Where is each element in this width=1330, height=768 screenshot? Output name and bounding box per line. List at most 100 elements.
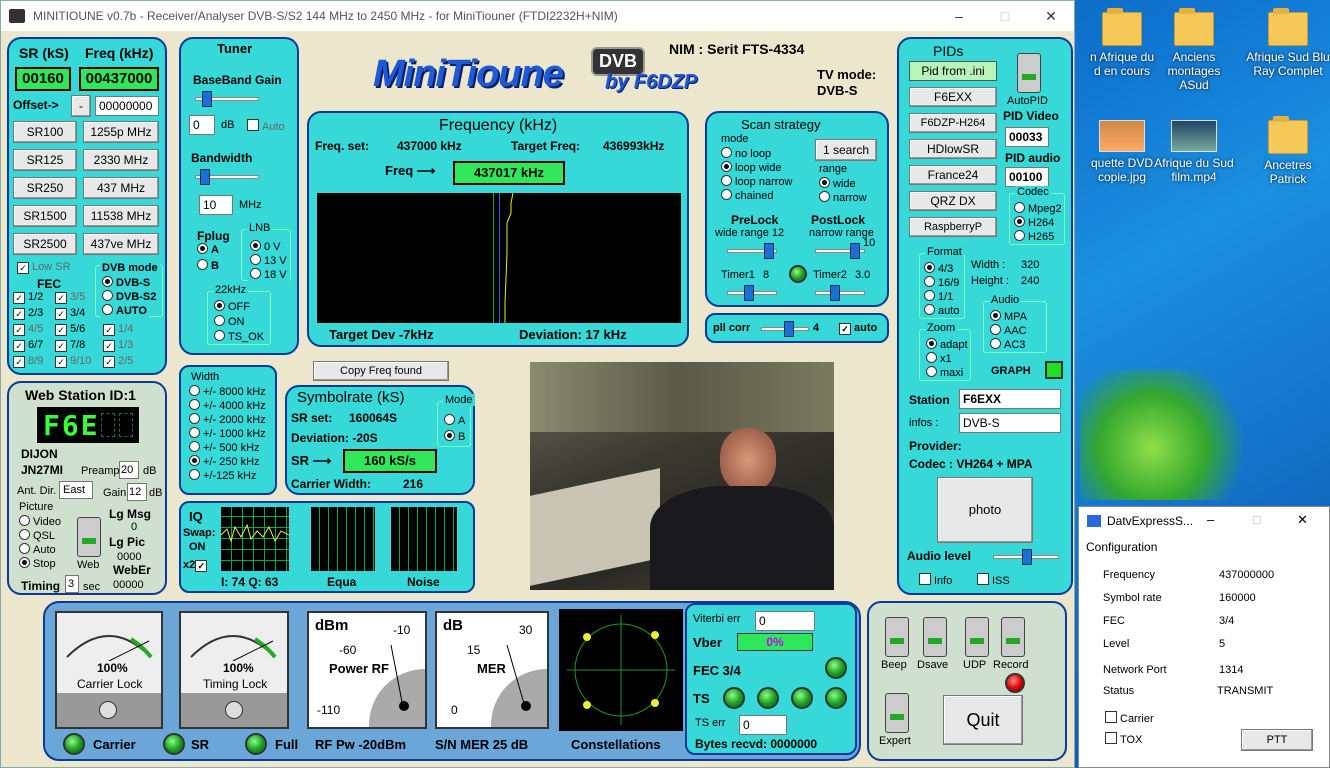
- codec-radio[interactable]: H265: [1012, 230, 1057, 243]
- fec-checkbox[interactable]: 5/6: [55, 323, 85, 336]
- fec-checkbox[interactable]: 9/10: [55, 355, 91, 368]
- iss-checkbox[interactable]: ISS: [977, 573, 1010, 587]
- bandwidth-input[interactable]: 10: [199, 195, 233, 215]
- fec-checkbox[interactable]: 1/3: [103, 339, 133, 352]
- expert-toggle[interactable]: [885, 693, 909, 733]
- desktop-icon-video[interactable]: Afrique du Sud film.mp4: [1152, 120, 1236, 184]
- width-radio[interactable]: +/- 250 kHz: [189, 455, 260, 468]
- graph-button[interactable]: [1045, 361, 1063, 379]
- 22khz-radio[interactable]: TS_OK: [212, 330, 267, 343]
- fec-checkbox[interactable]: 3/4: [55, 307, 85, 320]
- range-radio[interactable]: narrow: [819, 191, 867, 204]
- sr-preset-button[interactable]: SR250: [13, 177, 77, 199]
- fec-checkbox[interactable]: 3/5: [55, 291, 85, 304]
- iq-x2-checkbox[interactable]: x2: [183, 559, 210, 572]
- record-toggle[interactable]: [1001, 617, 1025, 657]
- desktop-icon-folder[interactable]: Anciens montages ASud: [1152, 8, 1236, 92]
- width-radio[interactable]: +/-125 kHz: [189, 469, 257, 482]
- station-input[interactable]: F6EXX: [959, 389, 1061, 409]
- zoom-radio[interactable]: x1: [924, 352, 954, 365]
- timing-input[interactable]: 3: [65, 575, 79, 593]
- sr-preset-button[interactable]: SR125: [13, 149, 77, 171]
- lnb-radio[interactable]: 18 V: [248, 268, 289, 281]
- sr-display[interactable]: 00160: [15, 67, 71, 91]
- slider-knob[interactable]: [764, 243, 774, 259]
- fec-checkbox[interactable]: 6/7: [13, 339, 43, 352]
- freq-preset-button[interactable]: 2330 MHz: [83, 149, 159, 171]
- prelock-slider[interactable]: [727, 243, 777, 259]
- pll-auto-checkbox[interactable]: auto: [839, 322, 877, 335]
- slider-knob[interactable]: [744, 285, 754, 301]
- format-radio[interactable]: 16/9: [922, 276, 962, 289]
- desktop-icon-folder[interactable]: Afrique Sud Blu Ray Complet: [1246, 8, 1330, 78]
- autopid-toggle[interactable]: [1017, 53, 1041, 93]
- fec-checkbox[interactable]: 1/2: [13, 291, 43, 304]
- pid-preset-button[interactable]: France24: [909, 165, 997, 185]
- picture-radio[interactable]: Stop: [19, 557, 56, 570]
- dvb-mode-radio[interactable]: DVB-S: [100, 276, 153, 289]
- picture-radio[interactable]: Video: [19, 515, 61, 528]
- pll-slider[interactable]: [761, 321, 809, 337]
- format-radio[interactable]: 4/3: [922, 262, 956, 275]
- sr-mode-radio[interactable]: B: [442, 430, 468, 443]
- datv-maximize-button[interactable]: □: [1253, 512, 1261, 527]
- ant-dir-input[interactable]: East: [59, 481, 93, 499]
- fec-checkbox[interactable]: 8/9: [13, 355, 43, 368]
- zoom-radio[interactable]: adapt: [924, 338, 970, 351]
- audio-radio[interactable]: AAC: [988, 324, 1029, 337]
- desktop-icon-folder[interactable]: Ancetres Patrick: [1246, 116, 1330, 186]
- sr-mode-radio[interactable]: A: [442, 414, 468, 427]
- baseband-gain-slider[interactable]: [195, 91, 259, 107]
- offset-input[interactable]: 00000000: [95, 96, 159, 116]
- datv-minimize-button[interactable]: –: [1207, 512, 1214, 527]
- slider-knob[interactable]: [830, 285, 840, 301]
- zoom-radio[interactable]: maxi: [924, 366, 966, 379]
- picture-radio[interactable]: Auto: [19, 543, 56, 556]
- timer2-slider[interactable]: [815, 285, 865, 301]
- fplug-radio[interactable]: A: [197, 243, 219, 256]
- width-radio[interactable]: +/- 8000 kHz: [189, 385, 266, 398]
- info-checkbox[interactable]: Info: [919, 573, 952, 587]
- width-radio[interactable]: +/- 500 kHz: [189, 441, 260, 454]
- picture-radio[interactable]: QSL: [19, 529, 55, 542]
- pid-preset-button[interactable]: F6EXX: [909, 87, 997, 107]
- offset-sign-button[interactable]: -: [71, 95, 91, 117]
- close-button[interactable]: ✕: [1028, 1, 1074, 31]
- codec-radio[interactable]: Mpeg2: [1012, 202, 1064, 215]
- gain-auto-checkbox[interactable]: Auto: [247, 119, 285, 133]
- pid-preset-button[interactable]: HDlowSR: [909, 139, 997, 159]
- gain-input[interactable]: 12: [127, 483, 147, 501]
- freq-preset-button[interactable]: 437ve MHz: [83, 233, 159, 255]
- lnb-radio[interactable]: 0 V: [248, 240, 283, 253]
- scan-mode-radio[interactable]: no loop: [721, 147, 771, 160]
- postlock-slider[interactable]: [815, 243, 865, 259]
- datv-tox-checkbox[interactable]: TOX: [1105, 732, 1142, 746]
- pid-from-ini-button[interactable]: Pid from .ini: [909, 61, 997, 81]
- format-radio[interactable]: 1/1: [922, 290, 956, 303]
- sr-preset-button[interactable]: SR2500: [13, 233, 77, 255]
- pid-video-input[interactable]: 00033: [1005, 127, 1049, 147]
- slider-knob[interactable]: [784, 321, 794, 337]
- scan-mode-radio[interactable]: chained: [721, 189, 774, 202]
- minimize-button[interactable]: –: [936, 1, 982, 31]
- codec-radio[interactable]: H264: [1012, 216, 1057, 229]
- slider-knob[interactable]: [850, 243, 860, 259]
- gain-input[interactable]: 0: [189, 115, 215, 135]
- pid-preset-button[interactable]: F6DZP-H264: [909, 113, 997, 133]
- quit-button[interactable]: Quit: [943, 695, 1023, 745]
- audio-radio[interactable]: AC3: [988, 338, 1028, 351]
- range-radio[interactable]: wide: [819, 177, 856, 190]
- audio-radio[interactable]: MPA: [988, 310, 1030, 323]
- beep-toggle[interactable]: [885, 617, 909, 657]
- udp-toggle[interactable]: [965, 617, 989, 657]
- fec-checkbox[interactable]: 7/8: [55, 339, 85, 352]
- fec-checkbox[interactable]: 2/3: [13, 307, 43, 320]
- dsave-toggle[interactable]: [923, 617, 947, 657]
- pid-preset-button[interactable]: QRZ DX: [909, 191, 997, 211]
- width-radio[interactable]: +/- 2000 kHz: [189, 413, 266, 426]
- fec-checkbox[interactable]: 2/5: [103, 355, 133, 368]
- copy-freq-button[interactable]: Copy Freq found: [313, 361, 449, 381]
- format-radio[interactable]: auto: [922, 304, 962, 317]
- datv-close-button[interactable]: ✕: [1297, 512, 1308, 528]
- datv-carrier-checkbox[interactable]: Carrier: [1105, 711, 1154, 725]
